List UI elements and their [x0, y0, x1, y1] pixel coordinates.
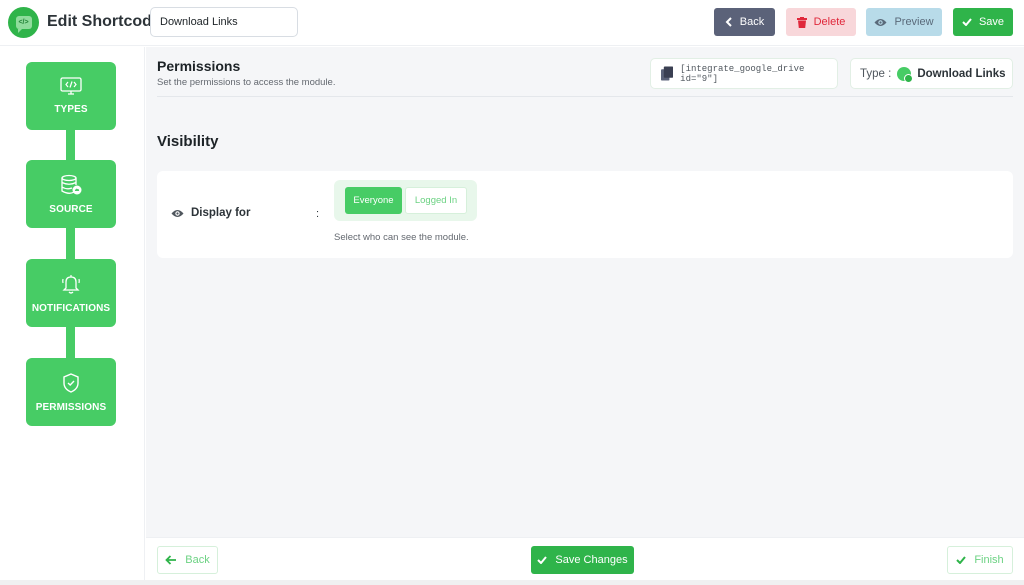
- step-source[interactable]: SOURCE: [26, 160, 116, 228]
- type-label: Type :: [860, 67, 892, 80]
- steps-sidebar: TYPES SOURCE NOTIFICATIONS PERMISSIONS: [0, 47, 145, 580]
- bell-icon: [62, 274, 80, 294]
- preview-label: Preview: [894, 16, 934, 28]
- back-label: Back: [739, 16, 765, 28]
- helper-text: Select who can see the module.: [334, 232, 469, 243]
- finish-button[interactable]: Finish: [947, 546, 1013, 574]
- save-button[interactable]: Save: [953, 8, 1013, 36]
- visibility-card: Display for : Everyone Logged In Select …: [157, 171, 1013, 258]
- step-label: TYPES: [54, 104, 88, 115]
- check-icon: [962, 18, 972, 26]
- visibility-title: Visibility: [157, 133, 219, 150]
- trash-icon: [796, 16, 807, 28]
- step-label: NOTIFICATIONS: [31, 302, 111, 314]
- back-button[interactable]: Back: [714, 8, 775, 36]
- display-for-text: Display for: [191, 207, 251, 219]
- copy-icon: [661, 66, 674, 81]
- label-colon: :: [316, 208, 320, 220]
- check-icon: [956, 556, 967, 564]
- page-title: Edit Shortcode: [47, 13, 161, 30]
- arrow-left-icon: [165, 555, 177, 565]
- shortcode-text: [integrate_google_drive id="9"]: [680, 63, 805, 84]
- shield-check-icon: [63, 372, 79, 393]
- copy-shortcode-box[interactable]: [integrate_google_drive id="9"]: [650, 58, 838, 89]
- shortcode-name-input[interactable]: [150, 7, 298, 37]
- preview-button[interactable]: Preview: [866, 8, 942, 36]
- delete-button[interactable]: Delete: [786, 8, 856, 36]
- main-content: Permissions Set the permissions to acces…: [146, 47, 1024, 537]
- footer-bar: Back Save Changes Finish: [146, 537, 1024, 580]
- code-monitor-icon: [60, 77, 82, 95]
- header: </> Edit Shortcode Back Delete Preview S…: [0, 0, 1024, 46]
- save-label: Save: [978, 16, 1005, 28]
- display-for-toggle: Everyone Logged In: [334, 180, 477, 221]
- step-label: PERMISSIONS: [35, 401, 107, 413]
- database-cloud-icon: [61, 174, 82, 194]
- step-label: SOURCE: [49, 203, 93, 215]
- step-types[interactable]: TYPES: [26, 62, 116, 130]
- section-divider: [157, 96, 1013, 97]
- option-logged-in[interactable]: Logged In: [405, 187, 467, 214]
- chevron-left-icon: [725, 17, 732, 27]
- eye-icon: [874, 18, 887, 26]
- option-everyone[interactable]: Everyone: [345, 187, 402, 214]
- section-title: Permissions: [157, 58, 241, 74]
- footer-back-button[interactable]: Back: [157, 546, 218, 574]
- section-subtitle: Set the permissions to access the module…: [157, 77, 336, 88]
- footer-back-label: Back: [185, 554, 210, 566]
- eye-icon: [171, 209, 184, 217]
- save-changes-button[interactable]: Save Changes: [531, 546, 634, 574]
- display-for-label: Display for: [171, 207, 250, 219]
- finish-label: Finish: [974, 554, 1004, 566]
- check-icon: [537, 556, 548, 564]
- step-notifications[interactable]: NOTIFICATIONS: [26, 259, 116, 327]
- step-permissions[interactable]: PERMISSIONS: [26, 358, 116, 426]
- app-window: </> Edit Shortcode Back Delete Preview S…: [0, 0, 1024, 580]
- shortcode-logo-icon: </>: [15, 16, 32, 33]
- download-links-icon: [897, 66, 914, 83]
- module-type-box: Type : Download Links: [850, 58, 1013, 89]
- save-changes-label: Save Changes: [555, 554, 628, 566]
- delete-label: Delete: [813, 16, 846, 28]
- app-logo: </>: [8, 7, 39, 38]
- type-value: Download Links: [917, 67, 1006, 80]
